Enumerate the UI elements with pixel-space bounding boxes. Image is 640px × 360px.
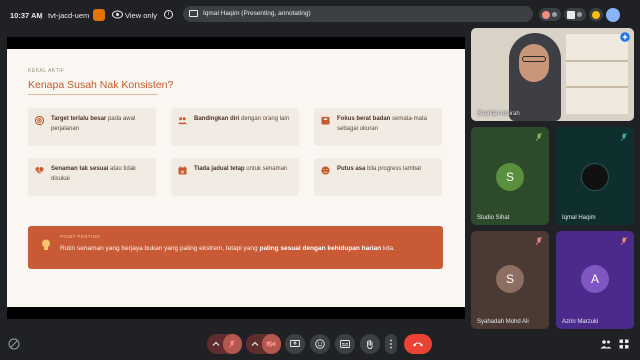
chevron-icon (577, 12, 582, 17)
view-mode-label[interactable]: View only (125, 11, 157, 20)
participant-name: Sharifah Amirah (477, 111, 520, 117)
captions-icon (340, 340, 350, 348)
participant-name: Azrin Marzuki (562, 319, 599, 325)
mic-off-icon (620, 133, 628, 141)
sad-face-icon (321, 166, 330, 175)
leave-call-button[interactable] (404, 334, 432, 354)
presentation-slide: KEKAL AKTIF Kenapa Susah Nak Konsisten? … (7, 49, 465, 307)
apps-button[interactable] (589, 8, 603, 21)
shared-screen: KEKAL AKTIF Kenapa Susah Nak Konsisten? … (7, 37, 465, 319)
hand-icon (367, 339, 373, 349)
participant-name: Syahadah Mohd Ali (477, 319, 529, 325)
target-icon (35, 116, 44, 125)
avatar: S (496, 163, 524, 191)
mic-off-icon (620, 237, 628, 245)
emoji-button[interactable] (310, 334, 330, 354)
more-options-button[interactable] (385, 334, 397, 354)
avatar (581, 163, 609, 191)
reason-text: Tiada jadual tetap untuk senaman (194, 166, 288, 172)
key-point-callout: POINT PENTING Rutin senaman yang berjaya… (28, 226, 443, 269)
chevron-up-icon[interactable] (251, 340, 259, 348)
emoji-icon (315, 339, 325, 349)
top-right-tools (539, 8, 620, 22)
record-icon (542, 10, 550, 19)
participant-tile[interactable]: S Syahadah Mohd Ali (471, 231, 549, 329)
avatar: A (581, 265, 609, 293)
people-icon (178, 117, 187, 125)
person-face (519, 44, 549, 82)
reason-text: Putus asa bila progress lambat (337, 166, 422, 172)
camera-control[interactable] (246, 334, 281, 354)
avatar: S (496, 265, 524, 293)
mic-off-icon (535, 133, 543, 141)
meeting-code: tvt-jacd-uem (48, 11, 90, 20)
presenting-label: Iqmal Haqim (Presenting, annotating) (203, 10, 311, 17)
chevron-icon (552, 12, 557, 17)
reason-text: Fokus berat badan semata-mata sebagai uk… (337, 116, 428, 132)
reason-card: Putus asa bila progress lambat (314, 158, 442, 196)
broken-heart-icon (35, 167, 44, 175)
mic-off-icon (535, 237, 543, 245)
shelf-line (566, 60, 628, 62)
mic-off-icon (228, 340, 236, 348)
title-underline (28, 94, 158, 95)
more-vert-icon (390, 339, 392, 349)
slide-kicker: KEKAL AKTIF (28, 68, 65, 74)
present-button[interactable] (285, 334, 305, 354)
recording-badge-icon[interactable] (93, 9, 105, 21)
camera-off-icon (266, 340, 276, 348)
top-bar: 10:37 AM | tvt-jacd-uem View only i Iqma… (0, 0, 640, 30)
camera-off-icon (567, 10, 575, 19)
reason-card: Bandingkan diri dengan orang lain (171, 108, 299, 146)
chevron-up-icon[interactable] (212, 340, 220, 348)
reason-card: Fokus berat badan semata-mata sebagai uk… (314, 108, 442, 146)
participant-name: Studio Sihat (477, 215, 510, 221)
reason-card: Target terlalu besar pada awal perjalana… (28, 108, 156, 146)
reason-text: Bandingkan diri dengan orang lain (194, 116, 290, 122)
account-avatar[interactable] (606, 8, 620, 22)
participant-tile[interactable]: S Studio Sihat (471, 127, 549, 225)
people-icon[interactable] (600, 339, 612, 349)
reason-card: Tiada jadual tetap untuk senaman (171, 158, 299, 196)
participant-tile[interactable]: Iqmal Haqim (556, 127, 634, 225)
bookshelf-background (566, 34, 628, 114)
calendar-icon (178, 166, 187, 175)
slide-title: Kenapa Susah Nak Konsisten? (28, 79, 174, 91)
reason-text: Target terlalu besar pada awal perjalana… (51, 116, 136, 132)
present-screen-icon (189, 10, 198, 17)
participant-name: Iqmal Haqim (562, 215, 596, 221)
clock-time: 10:37 AM (10, 11, 43, 20)
record-toggle[interactable] (539, 8, 561, 21)
callout-kicker: POINT PENTING (60, 234, 101, 239)
info-icon[interactable]: i (164, 10, 173, 19)
mic-control[interactable] (207, 334, 242, 354)
annotation-tool-icon[interactable] (8, 338, 20, 350)
hang-up-icon (413, 342, 423, 347)
person-glasses (522, 56, 546, 62)
callout-text: Rutin senaman yang berjaya bukan yang pa… (60, 245, 395, 252)
activities-icon[interactable] (619, 339, 629, 349)
reason-text: Senaman tak sesuai atau tidak disukai (51, 166, 137, 182)
presenting-indicator[interactable]: Iqmal Haqim (Presenting, annotating) (183, 6, 533, 22)
lightbulb-icon (42, 239, 50, 250)
shelf-line (566, 86, 628, 88)
separator: | (40, 11, 42, 20)
participant-tile-video[interactable]: Sharifah Amirah (471, 28, 634, 121)
camera-toggle[interactable] (564, 8, 586, 21)
participant-tile[interactable]: A Azrin Marzuki (556, 231, 634, 329)
raise-hand-button[interactable] (360, 334, 380, 354)
captions-button[interactable] (335, 334, 355, 354)
call-controls-bar (0, 330, 640, 360)
present-screen-icon (290, 340, 300, 347)
scale-icon (321, 116, 330, 125)
apps-icon (592, 10, 600, 19)
reason-card: Senaman tak sesuai atau tidak disukai (28, 158, 156, 196)
eye-icon (112, 10, 123, 19)
pin-icon[interactable] (620, 32, 630, 42)
